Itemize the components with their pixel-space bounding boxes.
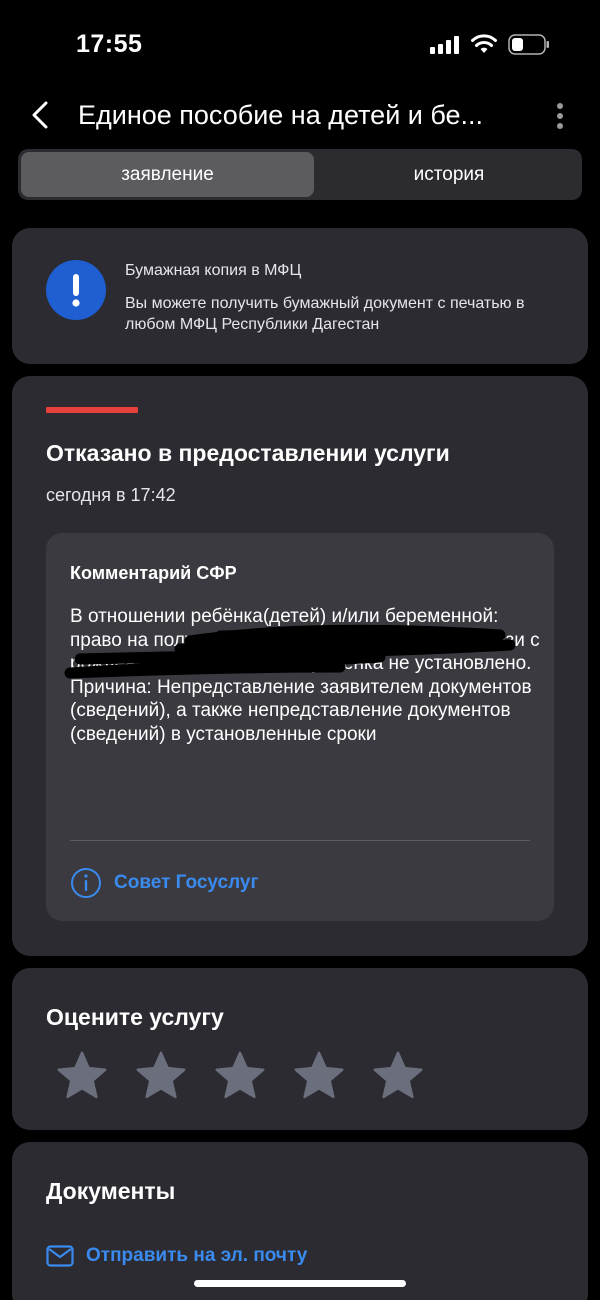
comment-box: Комментарий СФР В отношении ребёнка(дете… [46, 533, 554, 921]
tab-history[interactable]: история [318, 152, 580, 197]
status-title: Отказано в предоставлении услуги [46, 440, 450, 466]
more-vertical-icon[interactable] [548, 100, 572, 132]
chevron-left-icon[interactable] [28, 100, 54, 130]
envelope-icon [46, 1245, 74, 1267]
battery-icon [508, 34, 549, 55]
send-email-label: Отправить на эл. почту [86, 1245, 308, 1266]
star-icon[interactable] [291, 1048, 347, 1104]
page-title: Единое пособие на детей и бе... [78, 100, 484, 130]
signal-icon [430, 36, 459, 54]
status-bar: 17:55 [0, 0, 600, 90]
star-icon[interactable] [212, 1048, 268, 1104]
documents-card: Документы Отправить на эл. почту [12, 1142, 588, 1300]
tab-application[interactable]: заявление [21, 152, 314, 197]
info-text: Вы можете получить бумажный документ с п… [125, 295, 525, 333]
gosuslugi-advice-link[interactable]: Совет Госуслуг [70, 866, 258, 900]
star-icon[interactable] [54, 1048, 110, 1104]
segmented-tabs: заявление история [18, 149, 582, 200]
status-indicator-bar [46, 407, 138, 413]
comment-divider [70, 840, 530, 841]
info-circle-icon [71, 868, 101, 898]
rate-service-card: Оцените услугу [12, 968, 588, 1130]
status-timestamp: сегодня в 17:42 [46, 485, 176, 505]
status-time: 17:55 [76, 30, 143, 58]
info-title: Бумажная копия в МФЦ [125, 262, 302, 279]
send-email-link[interactable]: Отправить на эл. почту [46, 1241, 307, 1271]
comment-body: В отношении ребёнка(детей) и/или беремен… [70, 606, 540, 745]
advice-label: Совет Госуслуг [114, 872, 259, 893]
paper-copy-card: Бумажная копия в МФЦ Вы можете получить … [12, 228, 588, 364]
documents-title: Документы [46, 1178, 176, 1204]
star-icon[interactable] [370, 1048, 426, 1104]
comment-title: Комментарий СФР [70, 563, 237, 583]
exclamation-icon [46, 260, 106, 320]
wifi-icon [471, 34, 497, 53]
home-indicator[interactable] [194, 1280, 406, 1287]
application-status-card: Отказано в предоставлении услуги сегодня… [12, 376, 588, 956]
star-icon[interactable] [133, 1048, 189, 1104]
rate-title: Оцените услугу [46, 1004, 224, 1030]
nav-header: Единое пособие на детей и бе... [0, 90, 600, 142]
comment-text: В отношении ребёнка(детей) и/или беремен… [64, 605, 540, 747]
